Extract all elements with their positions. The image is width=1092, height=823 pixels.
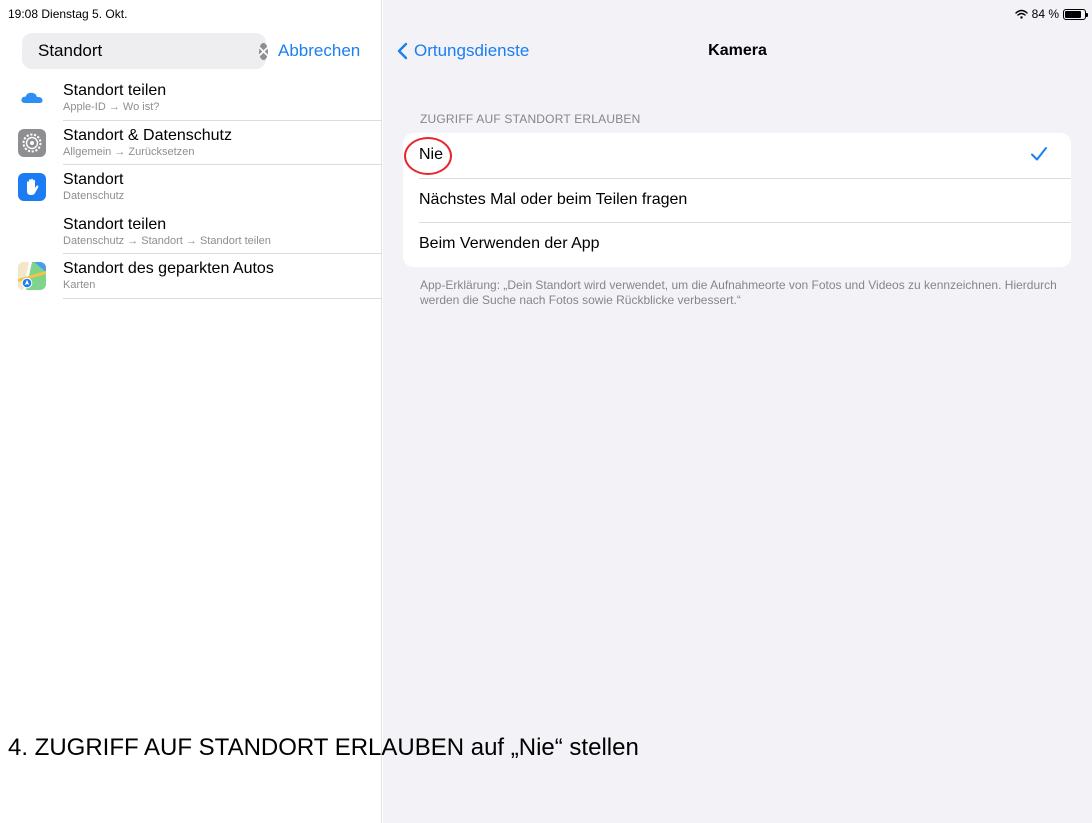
option-never[interactable]: Nie bbox=[403, 133, 1071, 178]
section-header: ZUGRIFF AUF STANDORT ERLAUBEN bbox=[420, 112, 641, 126]
wifi-icon bbox=[1014, 9, 1028, 19]
result-subtitle: Datenschutz bbox=[63, 190, 125, 202]
search-input[interactable] bbox=[38, 41, 259, 61]
list-item[interactable]: Standort & Datenschutz Allgemein → Zurüc… bbox=[0, 119, 382, 165]
cancel-button[interactable]: Abbrechen bbox=[278, 41, 360, 61]
result-title: Standort bbox=[63, 171, 124, 188]
divider bbox=[63, 253, 382, 254]
detail-pane: 84 % Ortungsdienste Kamera ZUGRIFF AUF S… bbox=[383, 0, 1092, 823]
option-label: Nächstes Mal oder beim Teilen fragen bbox=[419, 190, 688, 208]
result-subtitle: Karten bbox=[63, 279, 96, 291]
icloud-icon bbox=[18, 84, 46, 112]
battery-icon bbox=[1063, 8, 1088, 20]
list-item[interactable]: Standort des geparkten Autos Karten bbox=[0, 253, 382, 298]
divider bbox=[63, 119, 382, 121]
checkmark-icon bbox=[1031, 147, 1047, 161]
result-subtitle: Apple-ID → Wo ist? bbox=[63, 101, 160, 113]
result-subtitle: Allgemein → Zurücksetzen bbox=[63, 145, 195, 158]
settings-gear-icon bbox=[18, 128, 46, 157]
option-label: Nie bbox=[419, 146, 444, 164]
list-item[interactable]: Standort Datenschutz bbox=[0, 164, 382, 209]
option-label: Beim Verwenden der App bbox=[419, 235, 600, 253]
divider bbox=[63, 298, 382, 299]
clear-search-icon[interactable] bbox=[259, 42, 268, 60]
status-indicators: 84 % bbox=[1014, 7, 1088, 21]
result-subtitle: Datenschutz → Standort → Standort teilen bbox=[63, 234, 271, 247]
list-item[interactable]: Standort teilen Datenschutz → Standort →… bbox=[0, 209, 382, 254]
list-item[interactable]: Standort teilen Apple-ID → Wo ist? bbox=[0, 75, 382, 120]
search-row: Abbrechen bbox=[22, 32, 372, 70]
option-ask-next-time[interactable]: Nächstes Mal oder beim Teilen fragen bbox=[403, 177, 1071, 223]
maps-icon bbox=[18, 262, 46, 290]
result-title: Standort des geparkten Autos bbox=[63, 260, 274, 277]
app-explanation: App-Erklärung: „Dein Standort wird verwe… bbox=[420, 278, 1057, 307]
option-while-using[interactable]: Beim Verwenden der App bbox=[403, 222, 1071, 267]
battery-percentage: 84 % bbox=[1031, 7, 1059, 21]
instruction-caption: 4. ZUGRIFF AUF STANDORT ERLAUBEN auf „Ni… bbox=[8, 734, 639, 761]
page-title: Kamera bbox=[708, 42, 767, 59]
search-field[interactable] bbox=[22, 33, 268, 69]
location-access-options: Nie Nächstes Mal oder beim Teilen fragen… bbox=[403, 133, 1071, 267]
search-results-list: Standort teilen Apple-ID → Wo ist? Stand… bbox=[0, 75, 382, 299]
status-time-date: 19:08 Dienstag 5. Okt. bbox=[8, 7, 128, 21]
result-title: Standort & Datenschutz bbox=[63, 126, 232, 144]
result-title: Standort teilen bbox=[63, 215, 167, 233]
result-title: Standort teilen bbox=[63, 82, 167, 99]
privacy-hand-icon bbox=[18, 173, 46, 201]
search-pane: 19:08 Dienstag 5. Okt. Abbrechen Standor… bbox=[0, 0, 382, 823]
divider bbox=[63, 164, 382, 165]
